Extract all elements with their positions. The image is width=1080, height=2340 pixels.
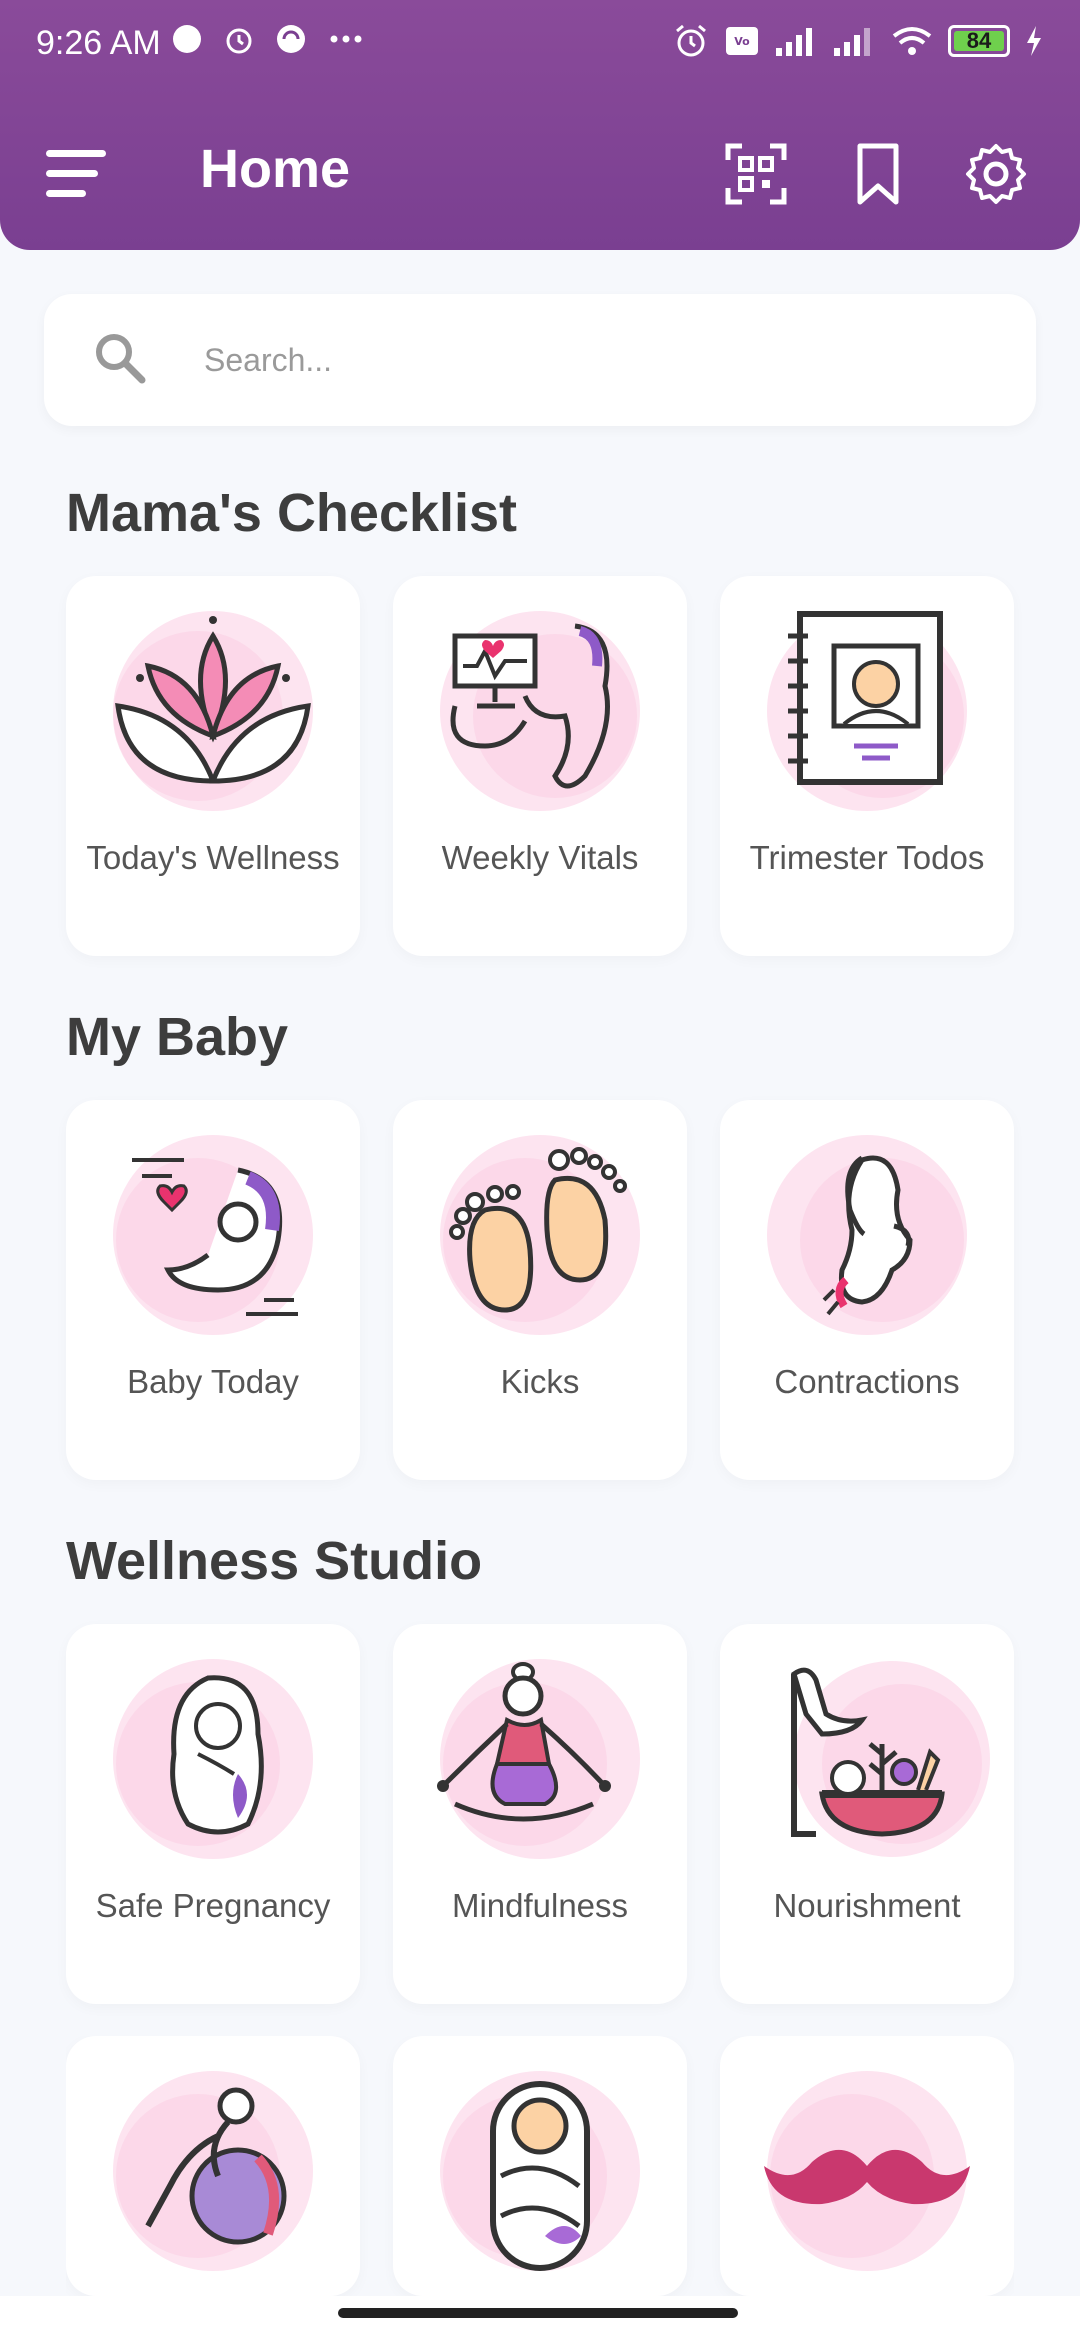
card-label: Trimester Todos [749,839,985,876]
meditation-icon [437,1659,640,1859]
status-bar: 9:26 AM Vo 84 [0,0,1080,90]
volte-icon: Vo [726,27,758,55]
bookmark-icon[interactable] [846,142,910,206]
section-title-mamas-checklist: Mama's Checklist [66,483,518,543]
signal-icon [776,28,812,56]
gear-icon[interactable] [964,142,1028,206]
card-safe-pregnancy[interactable]: Safe Pregnancy [66,1624,360,2004]
mustache-icon [764,2071,970,2271]
card-weekly-vitals[interactable]: Weekly Vitals [393,576,687,956]
card-baby-today[interactable]: Baby Today [66,1100,360,1480]
bottom-bar [0,2296,1080,2340]
signal-icon [834,28,870,56]
more-icon [330,35,362,43]
fetus-icon [113,1135,313,1335]
mamas-checklist-grid: Today's Wellness Weekly Vitals Trimester… [66,576,1014,956]
notification-icon [173,25,201,53]
card-exercise[interactable] [66,2036,360,2296]
card-label: Weekly Vitals [441,839,639,876]
section-title-my-baby: My Baby [66,1007,289,1067]
healthy-food-icon [791,1661,990,1857]
baby-feet-icon [440,1135,640,1335]
menu-icon[interactable] [44,144,108,204]
mother-embrace-icon [113,1659,313,1859]
home-indicator[interactable] [338,2308,738,2318]
card-baby-care[interactable] [393,2036,687,2296]
card-mindfulness[interactable]: Mindfulness [393,1624,687,2004]
card-label: Contractions [774,1363,960,1400]
svg-text:Vo: Vo [734,35,750,48]
status-time: 9:26 AM [36,24,161,62]
card-label: Nourishment [773,1887,961,1924]
card-label: Today's Wellness [86,839,340,876]
card-label: Safe Pregnancy [95,1887,331,1924]
ultrasound-icon [440,611,640,811]
app-bar: Home [0,120,1080,230]
charging-icon [1027,26,1041,56]
card-todays-wellness[interactable]: Today's Wellness [66,576,360,956]
card-dads-corner[interactable] [720,2036,1014,2296]
app-header: 9:26 AM Vo 84 Home [0,0,1080,250]
card-trimester-todos[interactable]: Trimester Todos [720,576,1014,956]
battery-icon: 84 [948,25,1010,57]
page-title: Home [200,139,351,199]
search-icon [96,334,146,384]
card-label: Mindfulness [451,1887,629,1924]
sync-icon [277,25,305,53]
status-right-icons: Vo 84 [672,22,1044,60]
card-nourishment[interactable]: Nourishment [720,1624,1014,2004]
card-label: Baby Today [127,1363,299,1400]
more-activities-grid [66,2036,1014,2296]
section-title-wellness-studio: Wellness Studio [66,1531,483,1591]
search-input[interactable] [204,326,984,394]
card-label: Kicks [500,1363,580,1400]
alarm-icon [676,24,706,57]
qr-code-icon[interactable] [724,142,788,206]
swaddled-baby-icon [440,2071,640,2271]
card-kicks[interactable]: Kicks [393,1100,687,1480]
battery-level: 84 [966,28,992,53]
search-bar[interactable] [44,294,1036,426]
card-contractions[interactable]: Contractions [720,1100,1014,1480]
my-baby-grid: Baby Today Kicks Contractions [66,1100,1014,1480]
pregnant-woman-icon [767,1135,967,1335]
exercise-ball-icon [113,2071,313,2271]
wellness-studio-grid: Safe Pregnancy Mindfulness Nourishment [66,1624,1014,2004]
baby-notebook-icon [767,611,967,811]
alarm-icon [226,28,252,54]
status-left-icons [170,22,366,56]
lotus-icon [113,611,313,811]
wifi-icon [892,27,932,55]
